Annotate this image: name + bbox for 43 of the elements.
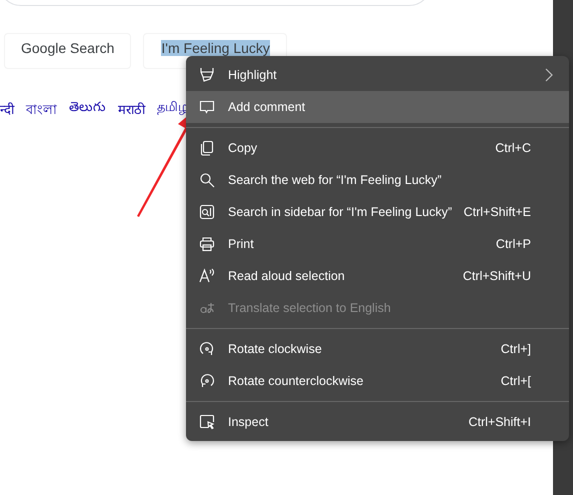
highlighter-icon	[199, 67, 215, 83]
rotate-clockwise-icon	[199, 341, 215, 357]
menu-item[interactable]: Inspect Ctrl+Shift+I	[186, 406, 569, 438]
menu-item-label: Translate selection to English	[228, 301, 392, 315]
menu-item[interactable]: Search in sidebar for “I'm Feeling Lucky” Ctrl+Shift+E	[186, 196, 569, 228]
language-link[interactable]: తెలుగు	[69, 100, 106, 121]
language-link[interactable]: मराठी	[118, 100, 145, 121]
shortcut-text: Ctrl+]	[500, 342, 531, 356]
read-aloud-icon	[199, 268, 215, 284]
shortcut-text: Ctrl+Shift+E	[464, 205, 531, 219]
shortcut-text: Ctrl+C	[495, 141, 531, 155]
menu-item-label: Print	[228, 237, 255, 251]
inspect-icon	[199, 414, 215, 430]
comment-icon	[199, 99, 215, 115]
menu-item[interactable]: Read aloud selection Ctrl+Shift+U	[186, 260, 569, 292]
menu-item-label: Highlight	[228, 68, 278, 82]
shortcut-text: Ctrl+P	[496, 237, 531, 251]
search-button[interactable]: Google Search	[4, 33, 132, 69]
shortcut-text: Ctrl+[	[500, 374, 531, 388]
search-icon	[199, 172, 215, 188]
menu-item-label: Search in sidebar for “I'm Feeling Lucky”	[228, 205, 454, 219]
language-link[interactable]: বাংলা	[26, 100, 57, 121]
menu-item-label: Read aloud selection	[228, 269, 346, 283]
menu-item[interactable]: Add comment	[186, 91, 569, 123]
menu-item[interactable]: Search the web for “I'm Feeling Lucky”	[186, 164, 569, 196]
menu-item[interactable]: Rotate clockwise Ctrl+]	[186, 333, 569, 365]
rotate-counterclockwise-icon	[199, 373, 215, 389]
menu-item-label: Search the web for “I'm Feeling Lucky”	[228, 173, 443, 187]
language-link[interactable]: न्दी	[0, 100, 14, 121]
shortcut-text: Ctrl+Shift+U	[462, 269, 531, 283]
sidebar-search-icon	[199, 204, 215, 220]
menu-item-label: Rotate counterclockwise	[228, 374, 364, 388]
menu-item[interactable]: Print Ctrl+P	[186, 228, 569, 260]
print-icon	[199, 236, 215, 252]
shortcut-text: Ctrl+Shift+I	[468, 415, 531, 429]
menu-item-label: Copy	[228, 141, 258, 155]
menu-item-label: Inspect	[228, 415, 270, 429]
menu-item-label: Rotate clockwise	[228, 342, 323, 356]
copy-icon	[199, 140, 215, 156]
menu-item-label: Add comment	[228, 100, 306, 114]
menu-item[interactable]: Rotate counterclockwise Ctrl+[	[186, 365, 569, 397]
menu-item[interactable]: Copy Ctrl+C	[186, 132, 569, 164]
translate-icon	[199, 300, 215, 316]
